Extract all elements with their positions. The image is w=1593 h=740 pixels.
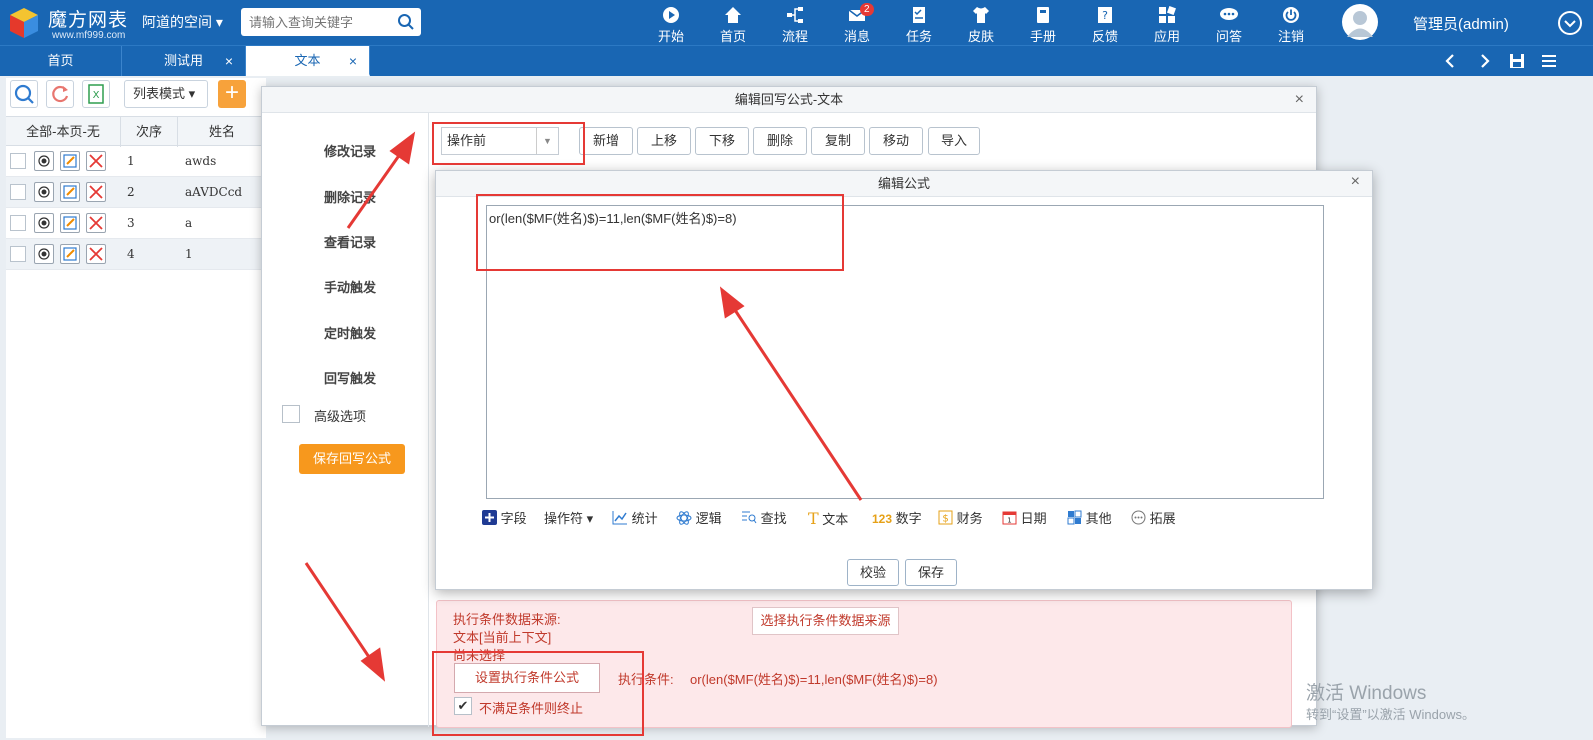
annotation-arrows bbox=[304, 131, 863, 682]
activate-windows-watermark: 激活 Windows bbox=[1306, 683, 1427, 704]
activate-windows-hint: 转到“设置”以激活 Windows。 bbox=[1306, 707, 1476, 722]
